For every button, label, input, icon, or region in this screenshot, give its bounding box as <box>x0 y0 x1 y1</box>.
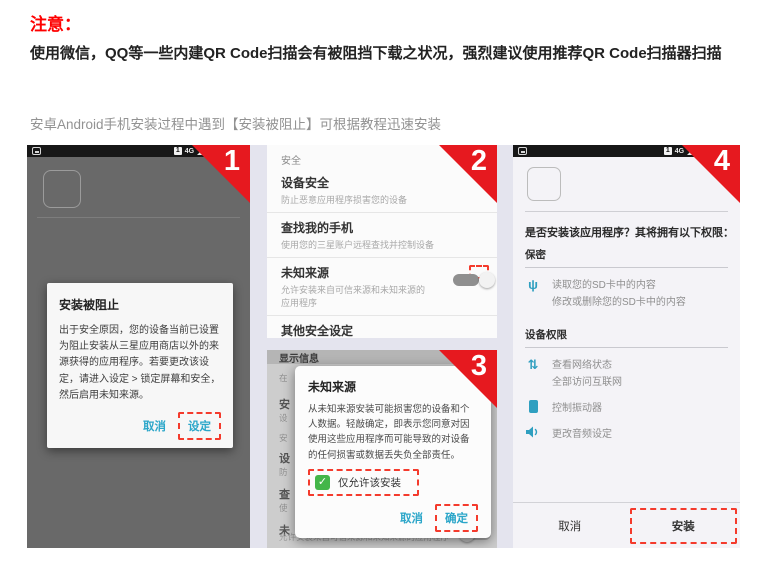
divider <box>37 217 240 218</box>
permission-row-network: ⇅ 查看网络状态 全部访问互联网 <box>525 357 728 391</box>
warning-text: 使用微信，QQ等一些内建QR Code扫描会有被阻挡下载之状况，强烈建议使用推荐… <box>30 40 742 67</box>
speaker-icon <box>525 426 541 442</box>
install-blocked-dialog: 安装被阻止 出于安全原因，您的设备当前已设置为阻止安装从三星应用商店以外的来源获… <box>47 283 233 448</box>
dimmed-text-fragment: 设 <box>279 450 290 466</box>
cancel-button[interactable]: 取消 <box>392 506 431 530</box>
step-corner-ribbon <box>192 145 250 203</box>
setting-item-other-security[interactable]: 其他安全设定 更改安全更新和证书存储等其他安全设定 <box>267 316 497 338</box>
phone1-screenshot: 1 4G 7 安装被阻止 出于安全原因，您的设备当前已设置为阻止安装从三星应用商… <box>27 145 250 548</box>
permission-text: 读取您的SD卡中的内容 <box>552 277 686 294</box>
install-button[interactable]: 安装 <box>672 518 695 534</box>
step-number: 3 <box>471 352 487 381</box>
dialog-title: 未知来源 <box>308 378 478 395</box>
dimmed-text-fragment: 查 <box>279 486 290 502</box>
network-type-icon: 4G <box>675 148 684 155</box>
permission-text: 更改音频设定 <box>552 426 612 443</box>
checkbox-checked-icon[interactable]: ✓ <box>315 475 330 490</box>
usb-storage-icon: ψ <box>525 277 541 293</box>
highlight-box: 设定 <box>178 412 221 440</box>
screenshot-icon <box>32 147 41 155</box>
checkbox-label: 仅允许该安装 <box>338 475 401 490</box>
permission-text: 查看网络状态 <box>552 357 622 374</box>
cancel-button[interactable]: 取消 <box>558 518 581 534</box>
ok-button[interactable]: 确定 <box>437 506 476 530</box>
dialog-body: 从未知来源安装可能损害您的设备和个人数据。轻敲确定，即表示您同意对因使用这些应用… <box>308 402 478 463</box>
tutorial-page: 注意： 使用微信，QQ等一些内建QR Code扫描会有被阻挡下载之状况，强烈建议… <box>0 0 767 570</box>
phone2-security-screenshot: 安全 设备安全 防止恶意应用程序损害您的设备 查找我的手机 使用您的三星账户远程… <box>267 145 497 338</box>
permission-group-device: 设备权限 <box>525 327 728 348</box>
screenshot-icon <box>518 147 527 155</box>
dialog-body: 出于安全原因，您的设备当前已设置为阻止安装从三星应用商店以外的来源获得的应用程序… <box>59 323 221 404</box>
dimmed-text-fragment: 防 <box>279 466 288 478</box>
setting-item-find-my-phone[interactable]: 查找我的手机 使用您的三星账户远程查找并控制设备 <box>267 213 497 258</box>
step-number: 1 <box>224 147 240 176</box>
vibration-icon <box>525 400 541 417</box>
permission-text: 全部访问互联网 <box>552 374 622 391</box>
app-icon-placeholder <box>43 170 81 208</box>
network-type-icon: 4G <box>185 148 194 155</box>
app-icon-placeholder <box>527 167 561 201</box>
permission-group-privacy: 保密 <box>525 247 728 268</box>
notification-count-badge: 1 <box>664 147 672 155</box>
divider <box>525 211 728 212</box>
highlight-box <box>469 265 489 279</box>
dialog-title: 安装被阻止 <box>59 296 221 313</box>
screenshot-band: 1 4G 7 安装被阻止 出于安全原因，您的设备当前已设置为阻止安装从三星应用商… <box>27 145 740 548</box>
instruction-subtitle: 安卓Android手机安装过程中遇到【安装被阻止】可根据教程迅速安装 <box>30 113 441 133</box>
phone2-dialog-screenshot: 显示信息 在 安 设 安 设 防 查 使 未 允许安装来自可信来源和未知来源的应… <box>267 350 497 548</box>
install-button-bar: 取消 安装 <box>513 502 740 548</box>
setting-subtitle: 防止恶意应用程序损害您的设备 <box>281 193 483 206</box>
dimmed-text-fragment: 在 <box>279 372 288 384</box>
dimmed-text-fragment: 安 <box>279 396 290 412</box>
setting-title: 未知来源 <box>281 264 431 281</box>
install-prompt-title: 是否安装该应用程序？其将拥有以下权限： <box>525 224 734 240</box>
highlight-box: ✓ 仅允许该安装 <box>308 469 419 496</box>
phone3-install-screenshot: 1 4G 7 是否安装该应用程序？其将拥有以下权限： 保密 ψ 读取您的SD卡中… <box>513 145 740 548</box>
step-number: 2 <box>471 147 487 176</box>
notification-count-badge: 1 <box>174 147 182 155</box>
permission-row-audio: 更改音频设定 <box>525 426 728 443</box>
permission-row-vibration: 控制振动器 <box>525 400 728 417</box>
unknown-sources-dialog: 未知来源 从未知来源安装可能损害您的设备和个人数据。轻敲确定，即表示您同意对因使… <box>295 366 491 538</box>
permission-row-storage: ψ 读取您的SD卡中的内容 修改或删除您的SD卡中的内容 <box>525 277 728 311</box>
dimmed-text-fragment: 安 <box>279 432 288 444</box>
highlight-box: 确定 <box>435 504 478 532</box>
dimmed-text-fragment: 设 <box>279 412 288 424</box>
setting-item-unknown-sources[interactable]: 未知来源 允许安装来自可信来源和未知来源的应用程序 <box>267 258 497 316</box>
permission-text: 控制振动器 <box>552 400 602 417</box>
settings-button[interactable]: 设定 <box>180 414 219 438</box>
cancel-button[interactable]: 取消 <box>135 414 174 438</box>
highlight-box: 安装 <box>630 508 737 544</box>
permission-text: 修改或删除您的SD卡中的内容 <box>552 294 686 311</box>
setting-title: 其他安全设定 <box>281 322 483 338</box>
setting-title: 设备安全 <box>281 174 483 191</box>
network-arrows-icon: ⇅ <box>525 357 541 373</box>
dimmed-text-fragment: 使 <box>279 502 288 514</box>
setting-title: 查找我的手机 <box>281 219 483 236</box>
setting-subtitle: 允许安装来自可信来源和未知来源的应用程序 <box>281 283 431 309</box>
setting-item-device-security[interactable]: 设备安全 防止恶意应用程序损害您的设备 <box>267 168 497 213</box>
notice-label: 注意： <box>30 10 81 35</box>
setting-subtitle: 使用您的三星账户远程查找并控制设备 <box>281 238 483 251</box>
step-number: 4 <box>714 147 730 176</box>
step-corner-ribbon <box>682 145 740 203</box>
